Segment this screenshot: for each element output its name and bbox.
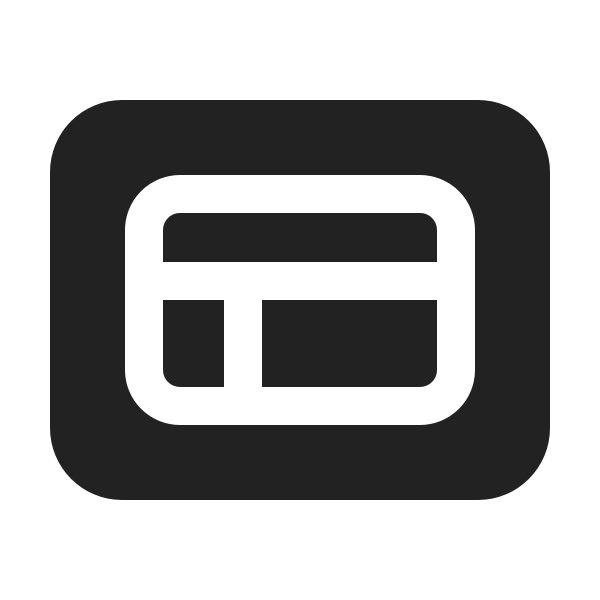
layout-panel-icon xyxy=(50,100,550,500)
sidebar-divider xyxy=(224,280,262,390)
icon-canvas xyxy=(0,0,600,600)
header-divider xyxy=(144,262,456,300)
